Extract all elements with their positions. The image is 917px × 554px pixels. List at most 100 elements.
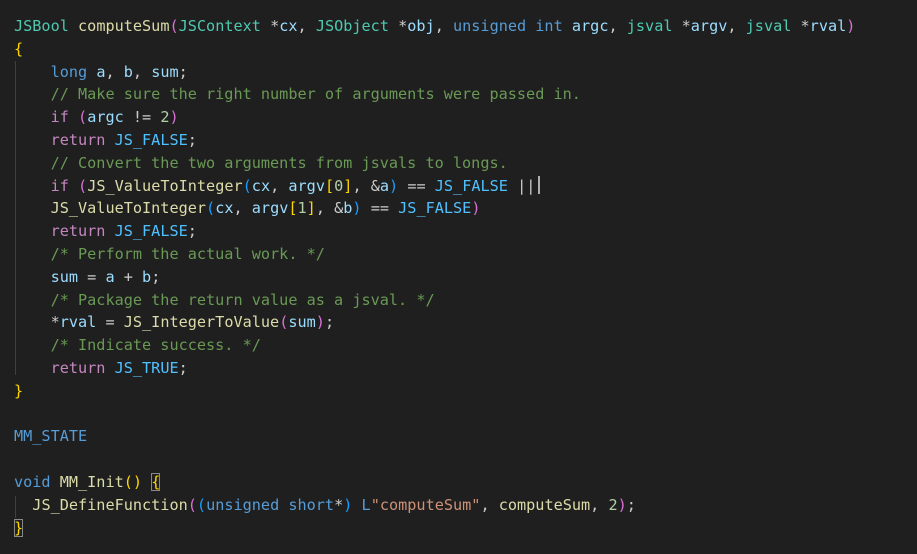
code-token: +: [114, 267, 143, 286]
code-token: (: [279, 313, 289, 332]
code-token: 1: [297, 199, 307, 218]
code-token: ,: [297, 17, 316, 35]
code-token: jsval: [745, 17, 792, 35]
code-token: ;: [187, 130, 197, 149]
code-token: ,: [590, 495, 609, 514]
code-line[interactable]: /* Perform the actual work. */: [14, 243, 855, 266]
code-token: ,: [727, 17, 746, 35]
code-token: ;: [151, 267, 161, 286]
code-token: a: [379, 176, 390, 195]
code-token: ,: [270, 176, 289, 195]
code-line[interactable]: ​: [14, 403, 855, 426]
code-token: MM_STATE: [14, 427, 88, 446]
code-token: , &: [315, 199, 344, 218]
code-token: JS_FALSE: [434, 176, 508, 195]
code-token: b: [142, 267, 152, 286]
code-line[interactable]: }: [14, 517, 855, 540]
code-token: }: [14, 381, 24, 400]
code-token: (: [242, 176, 252, 195]
code-token: ,: [105, 62, 124, 81]
code-token: sum: [151, 62, 179, 81]
code-line[interactable]: return JS_TRUE;: [14, 357, 855, 380]
code-token: 2: [608, 495, 618, 514]
code-token: rval: [59, 313, 97, 332]
code-token: JSContext: [178, 17, 261, 35]
code-token: cx: [215, 199, 234, 218]
code-token: JS_ValueToInteger: [50, 199, 207, 218]
code-token: 0: [334, 176, 344, 195]
code-line[interactable]: MM_STATE: [14, 425, 855, 448]
code-token: argv: [251, 199, 289, 218]
code-token: (: [196, 495, 207, 514]
code-token: [: [324, 176, 335, 195]
code-line[interactable]: *rval = JS_IntegerToValue(sum);: [14, 311, 855, 334]
code-token: return: [50, 222, 106, 241]
code-token: ,: [434, 17, 453, 35]
code-token: ==: [398, 176, 435, 195]
code-token: argc: [87, 108, 124, 127]
code-line[interactable]: JSBool computeSum(JSContext *cx, JSObjec…: [14, 15, 855, 38]
code-editor[interactable]: JSBool computeSum(JSContext *cx, JSObjec…: [0, 0, 917, 554]
code-line[interactable]: long a, b, sum;: [14, 61, 855, 84]
code-token: ): [846, 17, 856, 35]
code-line[interactable]: {: [14, 38, 855, 61]
code-token: JSObject: [315, 17, 389, 35]
code-token: long: [50, 62, 88, 81]
code-token: L: [361, 495, 371, 514]
code-token: obj: [407, 17, 435, 35]
code-token: (: [169, 17, 179, 35]
code-token: void: [14, 472, 51, 491]
code-line[interactable]: if (argc != 2): [14, 106, 855, 129]
code-line[interactable]: ​: [14, 448, 855, 471]
code-token: ): [471, 199, 481, 218]
code-token: *: [334, 495, 344, 514]
code-token: argc: [571, 17, 609, 35]
code-line[interactable]: JS_DefineFunction((unsigned short*) L"co…: [14, 494, 855, 517]
code-token: argv: [690, 17, 728, 35]
code-line[interactable]: }: [14, 380, 855, 403]
code-line[interactable]: /* Package the return value as a jsval. …: [14, 289, 855, 312]
code-token: a: [105, 267, 115, 286]
code-token: ): [389, 176, 399, 195]
code-line[interactable]: sum = a + b;: [14, 266, 855, 289]
code-token: return: [50, 358, 106, 377]
code-token: "computeSum": [370, 495, 481, 514]
code-token: =: [96, 313, 124, 332]
code-line[interactable]: JS_ValueToInteger(cx, argv[1], &b) == JS…: [14, 197, 855, 220]
code-token: ]: [306, 199, 316, 218]
code-line[interactable]: // Convert the two arguments from jsvals…: [14, 152, 855, 175]
code-line[interactable]: void MM_Init() {: [14, 471, 855, 494]
code-token: /* Package the return value as a jsval. …: [50, 290, 435, 309]
code-token: (: [78, 176, 88, 195]
code-area[interactable]: JSBool computeSum(JSContext *cx, JSObjec…: [14, 15, 855, 539]
code-token: (: [78, 108, 88, 127]
code-line[interactable]: return JS_FALSE;: [14, 220, 855, 243]
code-token: !=: [123, 108, 161, 127]
code-token: return: [50, 130, 106, 149]
code-token: *: [50, 313, 60, 332]
code-token: ;: [626, 495, 636, 514]
code-line[interactable]: // Make sure the right number of argumen…: [14, 83, 855, 106]
code-token: ,: [608, 17, 627, 35]
code-token: *: [388, 17, 408, 35]
code-line[interactable]: if (JS_ValueToInteger(cx, argv[0], &a) =…: [14, 175, 855, 198]
code-token: ,: [233, 199, 252, 218]
code-line[interactable]: return JS_FALSE;: [14, 129, 855, 152]
code-token: rval: [809, 17, 847, 35]
code-token: JS_TRUE: [114, 358, 179, 377]
code-line[interactable]: /* Indicate success. */: [14, 334, 855, 357]
code-token: JSBool: [14, 17, 69, 35]
